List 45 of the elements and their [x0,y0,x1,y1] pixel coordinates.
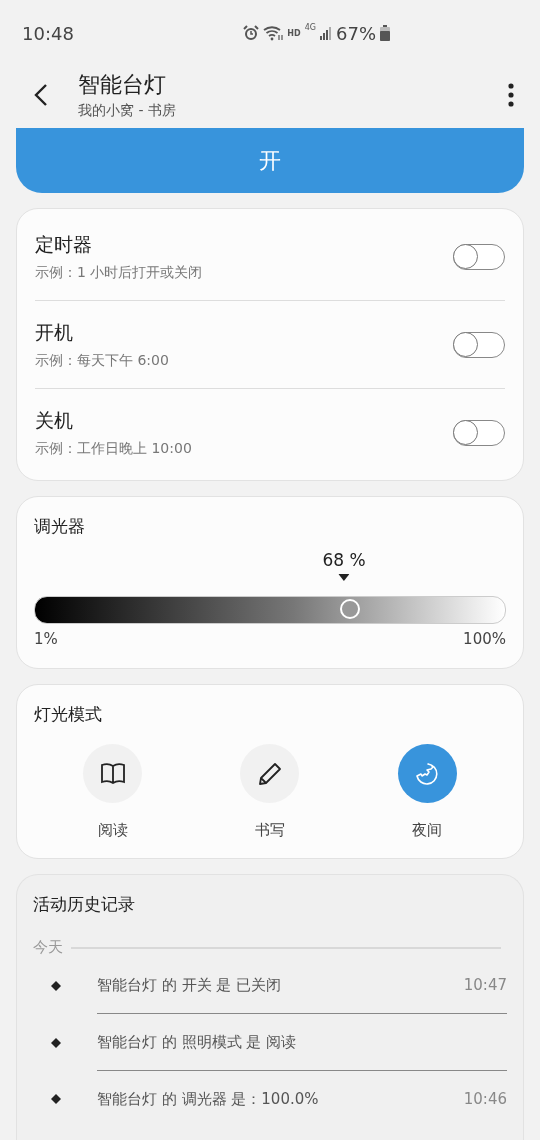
toggle-switch[interactable] [453,243,505,270]
more-options-icon [508,83,514,107]
back-icon [34,83,48,107]
schedule-example: 示例：工作日晚上 10:00 [35,439,192,458]
bullet-icon [51,1094,61,1104]
bullet-icon [51,980,61,991]
dimmer-reading: 68 % [322,550,366,570]
entry-time: 10:47 [463,976,507,994]
bullet-icon [51,1037,61,1048]
alarm-icon [243,25,260,41]
history-entry: 智能台灯 的 开关 是 已关闭 [97,975,282,995]
slider-thumb[interactable] [339,599,360,619]
schedule-title: 开机 [35,319,74,345]
schedule-title: 定时器 [35,231,93,257]
schedule-example: 示例：1 小时后打开或关闭 [35,263,203,282]
max-label: 100% [463,630,506,648]
device-location: 我的小窝 - 书房 [78,102,176,120]
dimmer-slider[interactable] [34,596,506,624]
mode-label: 阅读 [97,821,128,840]
status-time: 10:48 [22,22,74,44]
history-entry: 智能台灯 的 照明模式 是 阅读 [97,1032,297,1052]
book-icon [99,761,126,786]
min-label: 1% [34,630,58,648]
toggle-switch[interactable] [453,419,505,446]
history-title: 活动历史记录 [33,894,135,914]
entry-time: 10:46 [463,1090,507,1108]
schedule-example: 示例：每天下午 6:00 [35,351,169,370]
mode-label: 书写 [255,821,285,840]
light-mode-title: 灯光模式 [34,704,102,724]
signal-label: 4G [304,22,316,32]
power-button[interactable]: 开 [16,128,524,193]
mode-label: 夜间 [412,821,443,840]
device-title: 智能台灯 [78,71,167,99]
day-label: 今天 [33,938,63,957]
history-entry: 智能台灯 的 调光器 是：100.0% [97,1089,319,1109]
wifi-icon [263,25,284,41]
pointer-icon [338,574,350,581]
toggle-switch[interactable] [453,331,505,358]
dimmer-title: 调光器 [34,515,86,538]
pencil-icon [257,760,283,787]
signal-icon [320,26,332,40]
battery-icon [380,25,390,41]
network-label: HD [287,28,301,38]
battery-percent: 67% [336,22,376,44]
schedule-title: 关机 [35,407,74,433]
